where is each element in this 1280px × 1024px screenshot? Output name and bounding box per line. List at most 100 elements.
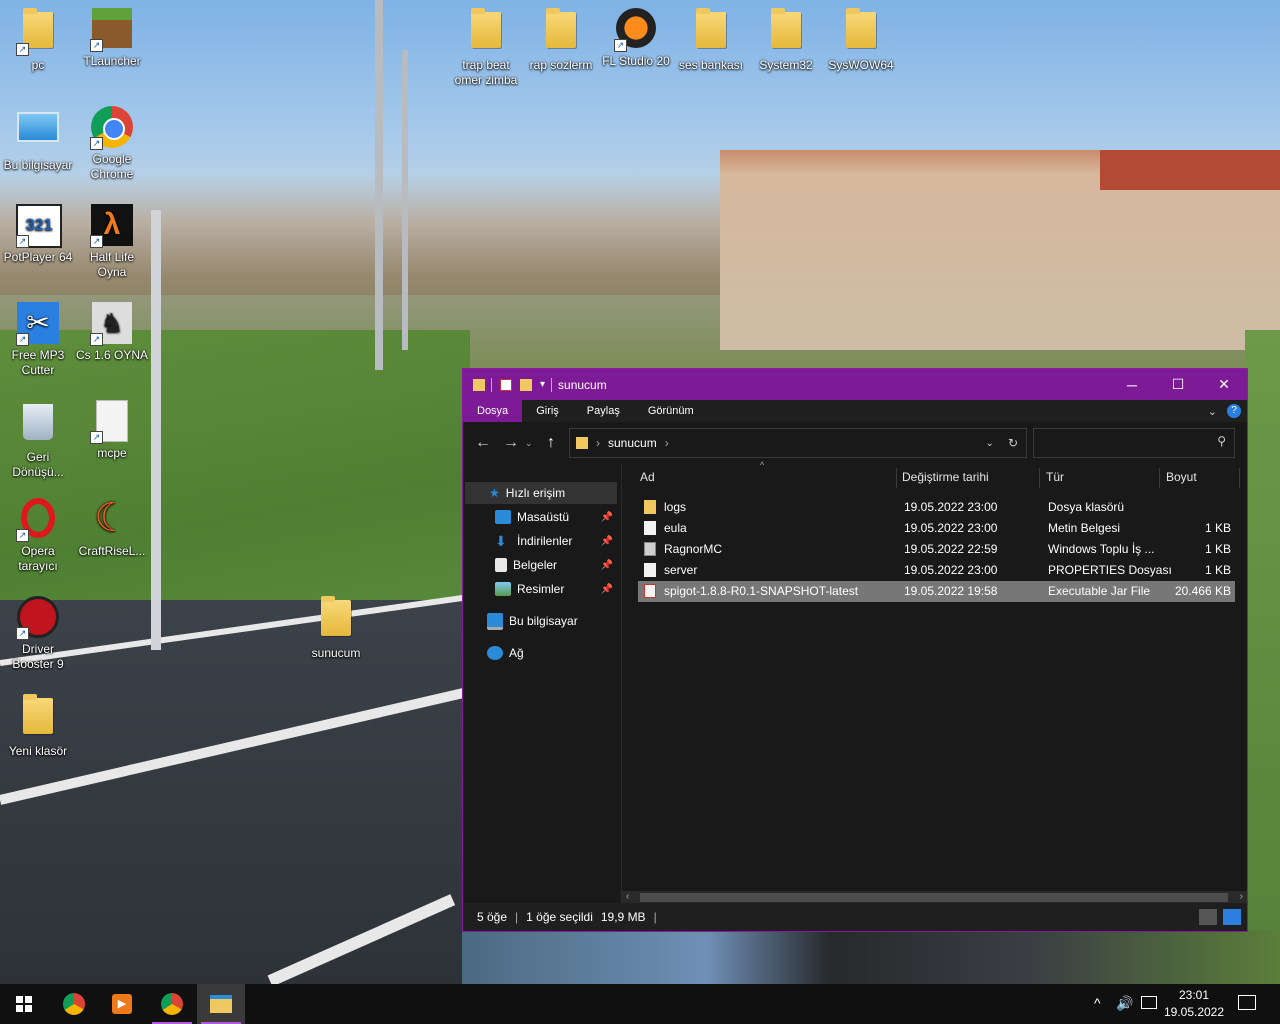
taskbar-file-explorer[interactable] [197, 984, 245, 1024]
file-icon [644, 563, 656, 577]
desktop-icon-syswow64[interactable]: SysWOW64 [823, 8, 899, 73]
file-name: RagnorMC [664, 542, 723, 556]
column-divider[interactable] [1239, 468, 1240, 488]
file-row[interactable]: RagnorMC 19.05.2022 22:59 Windows Toplu … [638, 539, 1235, 560]
desktop-icon-trap-beat[interactable]: trap beat omer zimba [448, 8, 524, 88]
nav-this-pc[interactable]: Bu bilgisayar [487, 610, 617, 632]
pin-icon[interactable]: 📌 [601, 560, 613, 571]
maximize-button[interactable]: ☐ [1155, 369, 1201, 400]
start-button[interactable] [0, 984, 48, 1024]
tab-view[interactable]: Görünüm [634, 400, 708, 422]
chrome-icon [161, 993, 183, 1015]
address-dropdown-chevron-icon[interactable]: ⌄ [986, 438, 994, 449]
pin-icon[interactable]: 📌 [601, 584, 613, 595]
pin-icon[interactable]: 📌 [601, 512, 613, 523]
desktop-icon-opera[interactable]: ↗ Opera tarayıcı [0, 498, 76, 574]
clock-time[interactable]: 23:01 [1166, 988, 1222, 1002]
new-folder-icon[interactable] [520, 378, 532, 391]
desktop-icon-free-mp3-cutter[interactable]: ✂ ↗ Free MP3 Cutter [0, 302, 76, 378]
expand-ribbon-chevron-icon[interactable]: ⌄ [1208, 405, 1217, 418]
column-divider[interactable] [1159, 468, 1160, 488]
desktop-icon-potplayer[interactable]: 321 ↗ PotPlayer 64 [0, 204, 76, 265]
volume-icon[interactable]: 🔊 [1116, 995, 1133, 1012]
back-arrow-icon[interactable]: ← [469, 434, 497, 452]
desktop-icon-fl-studio[interactable]: ↗ FL Studio 20 [598, 8, 674, 69]
search-icon[interactable]: ⚲ [1217, 434, 1226, 448]
minimize-button[interactable]: ─ [1109, 369, 1155, 400]
scroll-right-icon[interactable]: › [1240, 891, 1243, 902]
desktop-icon-craftrise[interactable]: ☾ CraftRiseL... [74, 498, 150, 559]
folder-icon [473, 378, 485, 391]
file-list-pane[interactable]: ^ Ad Değiştirme tarihi Tür Boyut logs 19… [622, 460, 1247, 904]
file-row-selected[interactable]: spigot-1.8.8-R0.1-SNAPSHOT-latest 19.05.… [638, 581, 1235, 602]
file-row[interactable]: eula 19.05.2022 23:00 Metin Belgesi 1 KB [638, 518, 1235, 539]
file-explorer-window[interactable]: ▾ sunucum ─ ☐ ✕ Dosya Giriş Paylaş Görün… [462, 368, 1248, 932]
close-button[interactable]: ✕ [1201, 369, 1247, 400]
up-arrow-icon[interactable]: ↑ [537, 434, 565, 452]
address-bar[interactable]: › sunucum › ⌄ ↻ [569, 428, 1027, 458]
column-divider[interactable] [896, 468, 897, 488]
properties-icon[interactable] [500, 378, 512, 391]
desktop-icon-mcpe[interactable]: ↗ mcpe [74, 400, 150, 461]
scrollbar-thumb[interactable] [640, 893, 1228, 902]
desktop-icon-half-life[interactable]: λ ↗ Half Life Oyna [74, 204, 150, 280]
desktop-icon-pc[interactable]: ↗ pc [0, 8, 76, 73]
network-icon[interactable] [1141, 996, 1157, 1009]
title-bar[interactable]: ▾ sunucum ─ ☐ ✕ [463, 369, 1247, 400]
nav-downloads[interactable]: ⬇ İndirilenler 📌 [495, 530, 619, 552]
clock-date[interactable]: 19.05.2022 [1162, 1005, 1226, 1019]
desktop-icon-tlauncher[interactable]: ↗ TLauncher [74, 8, 150, 69]
nav-pictures[interactable]: Resimler 📌 [495, 578, 619, 600]
desktop-icon-ses-bankasi[interactable]: ses bankası [673, 8, 749, 73]
desktop-icon-this-pc[interactable]: Bu bilgisayar [0, 106, 76, 173]
file-row[interactable]: server 19.05.2022 23:00 PROPERTIES Dosya… [638, 560, 1235, 581]
desktop-icon-new-folder[interactable]: Yeni klasör [0, 694, 76, 759]
nav-desktop[interactable]: Masaüstü 📌 [495, 506, 619, 528]
refresh-icon[interactable]: ↻ [1008, 436, 1018, 450]
column-header-name[interactable]: Ad [640, 464, 655, 490]
large-icons-view-icon[interactable] [1223, 909, 1241, 925]
taskbar-chrome[interactable] [50, 984, 98, 1024]
search-input[interactable] [1034, 429, 1208, 455]
nav-quick-access[interactable]: ★ Hızlı erişim [465, 482, 617, 504]
divider [491, 377, 492, 392]
column-divider[interactable] [1039, 468, 1040, 488]
search-box[interactable]: ⚲ [1033, 428, 1235, 458]
forward-arrow-icon[interactable]: → [497, 434, 525, 452]
desktop-icon-chrome[interactable]: ↗ Google Chrome [74, 106, 150, 182]
desktop-icon-sunucum[interactable]: sunucum [298, 596, 374, 661]
media-player-icon: ▶ [112, 994, 132, 1014]
file-date: 19.05.2022 22:59 [904, 542, 998, 556]
nav-documents[interactable]: Belgeler 📌 [495, 554, 619, 576]
column-header-type[interactable]: Tür [1046, 464, 1064, 490]
file-type: PROPERTIES Dosyası [1048, 563, 1172, 577]
recent-locations-chevron-icon[interactable]: ⌄ [525, 438, 537, 449]
breadcrumb-separator-icon[interactable]: › [665, 436, 669, 450]
desktop-icon-label: Bu bilgisayar [3, 158, 73, 172]
tab-file[interactable]: Dosya [463, 400, 523, 422]
folder-icon [696, 8, 726, 48]
column-header-size[interactable]: Boyut [1166, 464, 1197, 490]
desktop-icon-system32[interactable]: System32 [748, 8, 824, 73]
tab-home[interactable]: Giriş [522, 400, 573, 422]
column-header-date[interactable]: Değiştirme tarihi [902, 464, 989, 490]
pin-icon[interactable]: 📌 [601, 536, 613, 547]
breadcrumb-current-folder[interactable]: sunucum [608, 436, 657, 450]
desktop-icon-recycle-bin[interactable]: Geri Dönüşü... [0, 400, 76, 480]
scroll-left-icon[interactable]: ‹ [626, 891, 629, 902]
shortcut-arrow-icon: ↗ [16, 529, 29, 542]
desktop-icon-driver-booster[interactable]: ↗ Driver Booster 9 [0, 596, 76, 672]
show-hidden-icons-chevron-icon[interactable]: ^ [1094, 995, 1101, 1011]
file-row[interactable]: logs 19.05.2022 23:00 Dosya klasörü [638, 497, 1235, 518]
taskbar-media-player[interactable]: ▶ [98, 984, 146, 1024]
taskbar-chrome-profile[interactable] [148, 984, 196, 1024]
quick-access-dropdown-icon[interactable]: ▾ [540, 379, 545, 390]
tab-share[interactable]: Paylaş [573, 400, 634, 422]
notifications-icon[interactable] [1238, 995, 1256, 1010]
details-view-icon[interactable] [1199, 909, 1217, 925]
nav-network[interactable]: Ağ [487, 642, 617, 664]
desktop-icon-rap-sozlerm[interactable]: rap sozlerm [523, 8, 599, 73]
help-icon[interactable]: ? [1227, 404, 1241, 418]
desktop-icon-cs16[interactable]: ♞ ↗ Cs 1.6 OYNA [74, 302, 150, 363]
file-type: Dosya klasörü [1048, 500, 1125, 514]
